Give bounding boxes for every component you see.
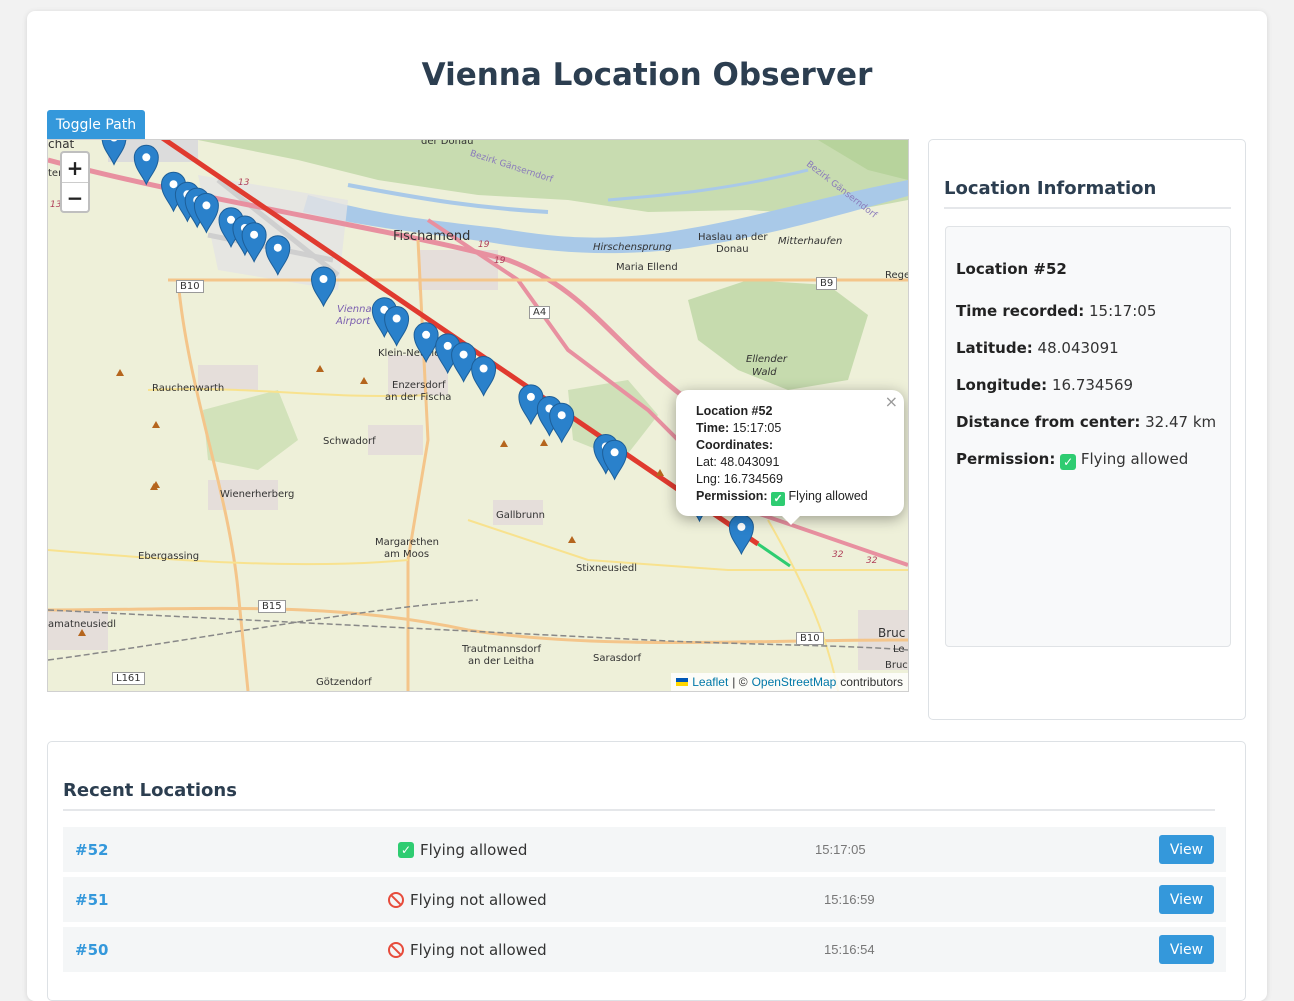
popup-lng: Lng: 16.734569 bbox=[696, 472, 783, 486]
check-icon: ✓ bbox=[1060, 454, 1077, 470]
permission-text: Flying allowed bbox=[420, 841, 528, 859]
location-popup: × Location #52 Time: 15:17:05 Coordinate… bbox=[676, 390, 904, 525]
popup-coords-label: Coordinates: bbox=[696, 438, 774, 452]
location-marker-icon[interactable] bbox=[133, 144, 159, 186]
distance-value: 32.47 km bbox=[1145, 413, 1217, 431]
table-row: #50 Flying not allowed 15:16:54 View bbox=[63, 927, 1226, 972]
time-recorded-value: 15:17:05 bbox=[1089, 302, 1157, 320]
location-marker-icon[interactable] bbox=[101, 140, 127, 166]
openstreetmap-link[interactable]: OpenStreetMap bbox=[752, 675, 837, 689]
permission-label: Permission: bbox=[956, 450, 1056, 468]
permission-text: Flying not allowed bbox=[410, 891, 547, 909]
popup-close-button[interactable]: × bbox=[885, 393, 898, 410]
row-time: 15:16:54 bbox=[824, 942, 875, 957]
popup-time-label: Time: bbox=[696, 421, 730, 435]
view-button[interactable]: View bbox=[1159, 935, 1214, 964]
latitude-label: Latitude: bbox=[956, 339, 1033, 357]
table-row: #51 Flying not allowed 15:16:59 View bbox=[63, 877, 1226, 922]
location-title: Location #52 bbox=[956, 260, 1067, 278]
location-info-box: Location #52 Time recorded: 15:17:05 Lat… bbox=[945, 226, 1231, 647]
location-marker-icon[interactable] bbox=[310, 266, 337, 308]
popup-time-value: 15:17:05 bbox=[732, 421, 782, 435]
location-marker-icon[interactable] bbox=[728, 514, 754, 556]
location-marker-icon[interactable] bbox=[471, 356, 497, 397]
popup-tip bbox=[780, 514, 802, 525]
leaflet-link[interactable]: Leaflet bbox=[692, 675, 728, 689]
zoom-out-button[interactable]: − bbox=[62, 183, 88, 211]
map-attribution: Leaflet | © OpenStreetMap contributors bbox=[671, 673, 908, 691]
location-info-heading: Location Information bbox=[944, 178, 1231, 209]
location-marker-icon[interactable] bbox=[413, 322, 439, 364]
latitude-value: 48.043091 bbox=[1037, 339, 1119, 357]
attribution-separator: | © bbox=[732, 675, 748, 689]
toggle-path-button[interactable]: Toggle Path bbox=[47, 110, 145, 139]
permission-status: Flying not allowed bbox=[388, 891, 547, 909]
longitude-value: 16.734569 bbox=[1051, 376, 1134, 394]
view-button[interactable]: View bbox=[1159, 885, 1214, 914]
location-marker-icon[interactable] bbox=[384, 306, 410, 347]
popup-title: Location #52 bbox=[696, 404, 773, 418]
check-icon: ✓ bbox=[771, 492, 786, 506]
longitude-label: Longitude: bbox=[956, 376, 1048, 394]
location-id-link[interactable]: #52 bbox=[75, 841, 108, 859]
row-time: 15:17:05 bbox=[815, 842, 866, 857]
zoom-in-button[interactable]: + bbox=[62, 153, 88, 183]
permission-value: Flying allowed bbox=[1080, 450, 1189, 468]
table-row: #52 ✓ Flying allowed 15:17:05 View bbox=[63, 827, 1226, 872]
time-recorded-label: Time recorded: bbox=[956, 302, 1085, 320]
permission-status: ✓ Flying allowed bbox=[398, 841, 527, 859]
location-marker-icon[interactable] bbox=[549, 402, 575, 444]
ukraine-flag-icon bbox=[676, 678, 689, 686]
distance-label: Distance from center: bbox=[956, 413, 1141, 431]
view-button[interactable]: View bbox=[1159, 835, 1214, 864]
popup-permission-value: Flying allowed bbox=[788, 489, 868, 503]
recent-locations-panel: Recent Locations #52 ✓ Flying allowed 15:… bbox=[47, 741, 1246, 1001]
location-info-panel: Location Information Location #52 Time r… bbox=[928, 139, 1246, 720]
attribution-suffix: contributors bbox=[840, 675, 903, 689]
map-view[interactable]: chat ter Fischamend Vienna Airport Hasla… bbox=[47, 139, 909, 692]
popup-content: Location #52 Time: 15:17:05 Coordinates:… bbox=[696, 403, 868, 506]
zoom-control: + − bbox=[60, 151, 90, 213]
permission-status: Flying not allowed bbox=[388, 941, 547, 959]
popup-permission-label: Permission: bbox=[696, 489, 768, 503]
ban-icon bbox=[388, 942, 404, 958]
permission-text: Flying not allowed bbox=[410, 941, 547, 959]
location-id-link[interactable]: #50 bbox=[75, 941, 108, 959]
popup-lat: Lat: 48.043091 bbox=[696, 455, 780, 469]
ban-icon bbox=[388, 892, 404, 908]
location-marker-icon[interactable] bbox=[241, 222, 267, 263]
check-icon: ✓ bbox=[398, 842, 414, 858]
page-title: Vienna Location Observer bbox=[421, 57, 873, 93]
location-id-link[interactable]: #51 bbox=[75, 891, 108, 909]
row-time: 15:16:59 bbox=[824, 892, 875, 907]
location-marker-icon[interactable] bbox=[265, 235, 291, 276]
location-marker-icon[interactable] bbox=[451, 342, 477, 383]
recent-locations-heading: Recent Locations bbox=[63, 780, 1215, 811]
